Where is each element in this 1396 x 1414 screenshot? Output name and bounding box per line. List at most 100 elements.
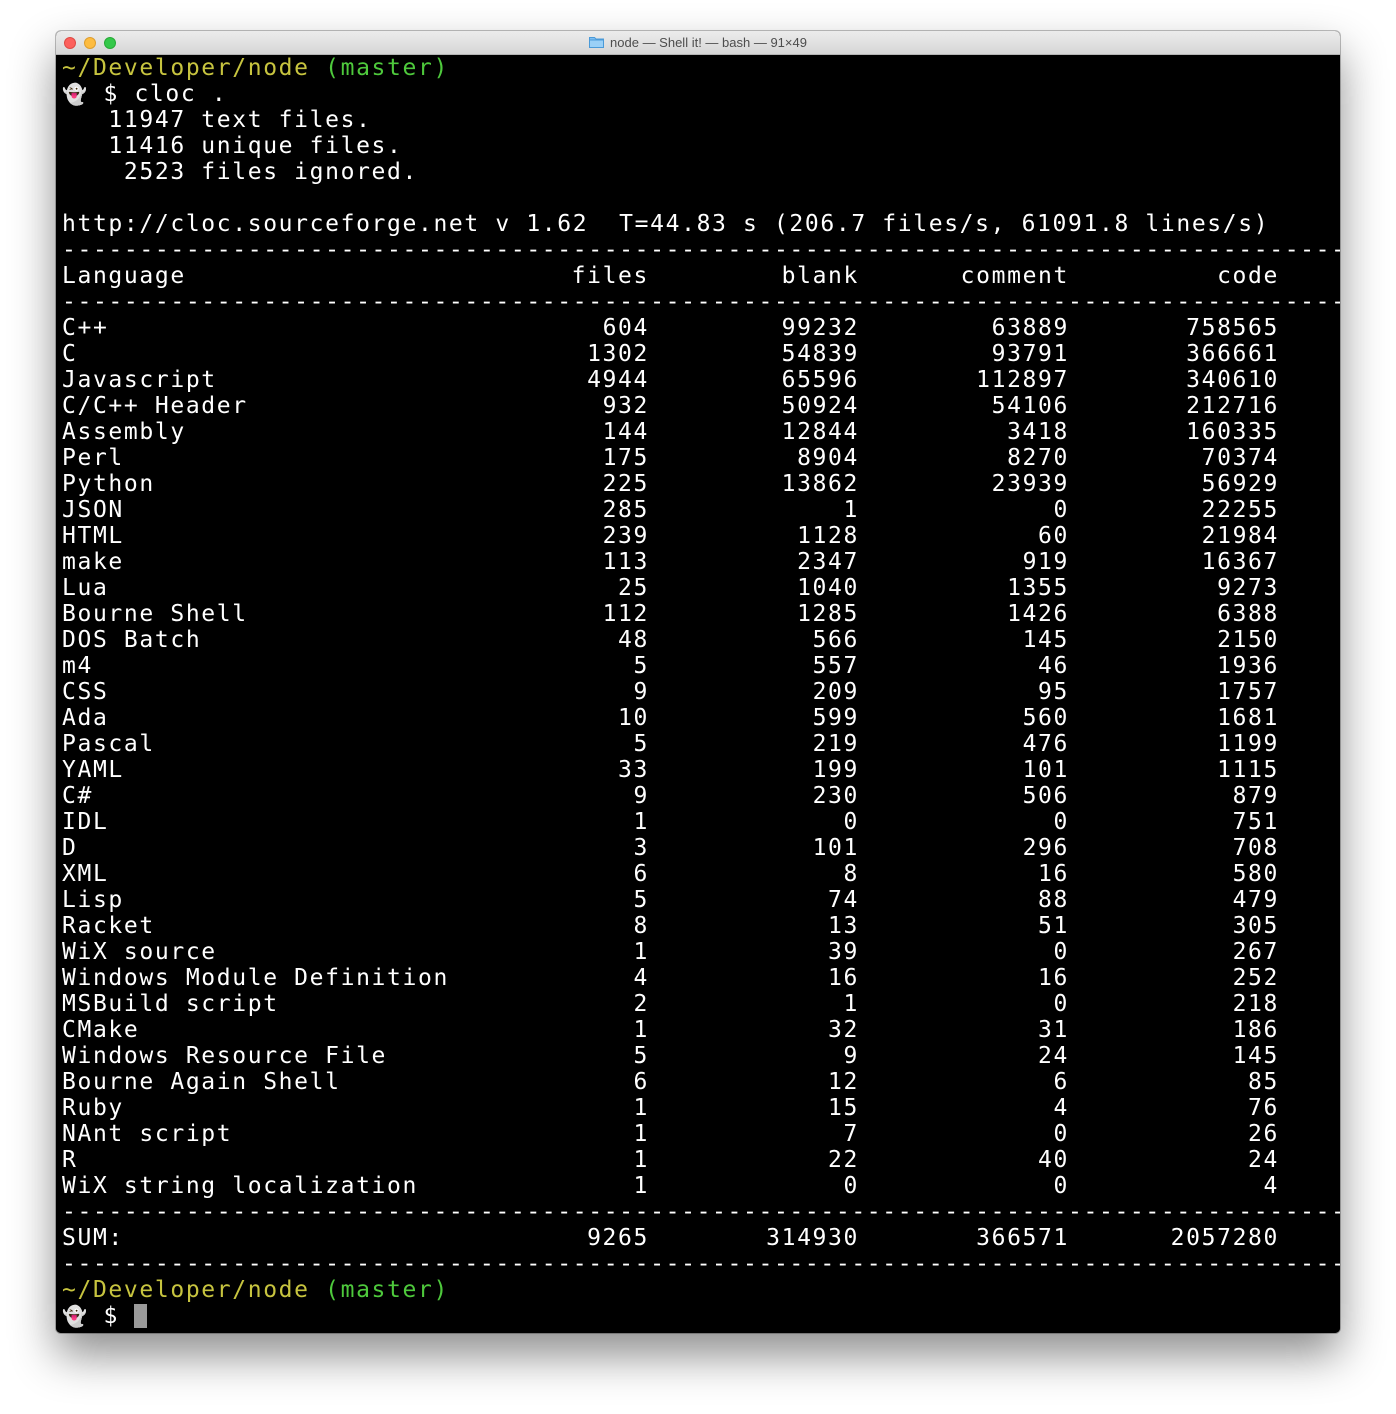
table-row: Bourne Again Shell 6 12 6 85 — [62, 1069, 1340, 1095]
row-blank: 65596 — [781, 367, 859, 393]
row-blank: 0 — [843, 1173, 859, 1199]
row-code: 267 — [1232, 939, 1279, 965]
text-cursor[interactable] — [134, 1304, 148, 1328]
table-row: XML 6 8 16 580 — [62, 861, 1340, 887]
row-language: IDL — [62, 809, 109, 835]
row-language: WiX string localization — [62, 1173, 418, 1199]
row-files: 9 — [633, 679, 649, 705]
ghost-icon: 👻 — [62, 1304, 89, 1328]
row-language: Lua — [62, 575, 109, 601]
row-comment: 296 — [1022, 835, 1069, 861]
row-files: 225 — [602, 471, 649, 497]
row-comment: 0 — [1053, 1121, 1069, 1147]
row-language: WiX source — [62, 939, 217, 965]
row-code: 751 — [1232, 809, 1279, 835]
sum-code: 2057280 — [1170, 1225, 1279, 1251]
table-row: MSBuild script 2 1 0 218 — [62, 991, 1340, 1017]
row-comment: 919 — [1022, 549, 1069, 575]
table-row: IDL 1 0 0 751 — [62, 809, 1340, 835]
row-files: 2 — [633, 991, 649, 1017]
row-language: C — [62, 341, 78, 367]
row-comment: 54106 — [991, 393, 1069, 419]
terminal-window: node — Shell it! — bash — 91×49 ~/Develo… — [56, 31, 1340, 1333]
table-row: HTML 239 1128 60 21984 — [62, 523, 1340, 549]
command-text: $ — [103, 1303, 135, 1329]
row-language: MSBuild script — [62, 991, 279, 1017]
input-line[interactable]: 👻 $ — [62, 1303, 1340, 1329]
row-blank: 219 — [812, 731, 859, 757]
sum-row: SUM: 9265 314930 366571 2057280 — [62, 1225, 1340, 1251]
row-code: 6388 — [1217, 601, 1279, 627]
row-code: 479 — [1232, 887, 1279, 913]
table-row: Pascal 5 219 476 1199 — [62, 731, 1340, 757]
row-code: 879 — [1232, 783, 1279, 809]
row-blank: 16 — [828, 965, 859, 991]
row-comment: 506 — [1022, 783, 1069, 809]
title-bar[interactable]: node — Shell it! — bash — 91×49 — [56, 31, 1340, 55]
row-files: 1 — [633, 1121, 649, 1147]
row-blank: 9 — [843, 1043, 859, 1069]
summary-ignored-files: 2523 files ignored. — [62, 159, 418, 185]
row-blank: 101 — [812, 835, 859, 861]
row-comment: 112897 — [976, 367, 1069, 393]
row-blank: 1 — [843, 991, 859, 1017]
ghost-icon: 👻 — [62, 82, 89, 106]
row-code: 1199 — [1217, 731, 1279, 757]
row-language: Bourne Again Shell — [62, 1069, 341, 1095]
row-blank: 1040 — [797, 575, 859, 601]
row-comment: 93791 — [991, 341, 1069, 367]
row-code: 85 — [1248, 1069, 1279, 1095]
row-files: 112 — [602, 601, 649, 627]
row-language: Racket — [62, 913, 155, 939]
row-files: 4 — [633, 965, 649, 991]
prompt-branch: (master) — [325, 55, 449, 81]
row-files: 1302 — [587, 341, 649, 367]
row-files: 604 — [602, 315, 649, 341]
row-code: 1936 — [1217, 653, 1279, 679]
row-code: 1681 — [1217, 705, 1279, 731]
row-code: 16367 — [1201, 549, 1279, 575]
row-blank: 13 — [828, 913, 859, 939]
table-row: YAML 33 199 101 1115 — [62, 757, 1340, 783]
table-row: C++ 604 99232 63889 758565 — [62, 315, 1340, 341]
row-blank: 12 — [828, 1069, 859, 1095]
row-language: Pascal — [62, 731, 155, 757]
row-blank: 199 — [812, 757, 859, 783]
row-files: 5 — [633, 731, 649, 757]
column-code: code — [1217, 263, 1279, 289]
table-row: NAnt script 1 7 0 26 — [62, 1121, 1340, 1147]
table-row: Perl 175 8904 8270 70374 — [62, 445, 1340, 471]
table-row: Ada 10 599 560 1681 — [62, 705, 1340, 731]
terminal-output[interactable]: ~/Developer/node (master) 👻 $ cloc . 119… — [56, 55, 1340, 1333]
window-title-container: node — Shell it! — bash — 91×49 — [56, 35, 1340, 50]
table-row: Windows Resource File 5 9 24 145 — [62, 1043, 1340, 1069]
row-comment: 0 — [1053, 991, 1069, 1017]
column-blank: blank — [781, 263, 859, 289]
table-row: C# 9 230 506 879 — [62, 783, 1340, 809]
row-code: 145 — [1232, 1043, 1279, 1069]
sum-label: SUM: — [62, 1225, 124, 1251]
row-language: R — [62, 1147, 78, 1173]
row-language: DOS Batch — [62, 627, 202, 653]
row-files: 25 — [618, 575, 649, 601]
row-language: Lisp — [62, 887, 124, 913]
row-comment: 60 — [1038, 523, 1069, 549]
row-language: HTML — [62, 523, 124, 549]
row-files: 175 — [602, 445, 649, 471]
row-code: 76 — [1248, 1095, 1279, 1121]
table-row: Ruby 1 15 4 76 — [62, 1095, 1340, 1121]
language-table: C++ 604 99232 63889 758565 C 1302 54839 93791 366… — [62, 315, 1340, 1199]
row-blank: 12844 — [781, 419, 859, 445]
folder-icon — [589, 36, 605, 48]
row-comment: 16 — [1038, 861, 1069, 887]
row-language: Ada — [62, 705, 109, 731]
row-files: 6 — [633, 1069, 649, 1095]
row-comment: 31 — [1038, 1017, 1069, 1043]
row-comment: 40 — [1038, 1147, 1069, 1173]
row-blank: 22 — [828, 1147, 859, 1173]
sum-files: 9265 — [587, 1225, 649, 1251]
row-code: 1757 — [1217, 679, 1279, 705]
row-files: 1 — [633, 1173, 649, 1199]
separator-line: ----------------------------------------… — [62, 237, 1340, 263]
